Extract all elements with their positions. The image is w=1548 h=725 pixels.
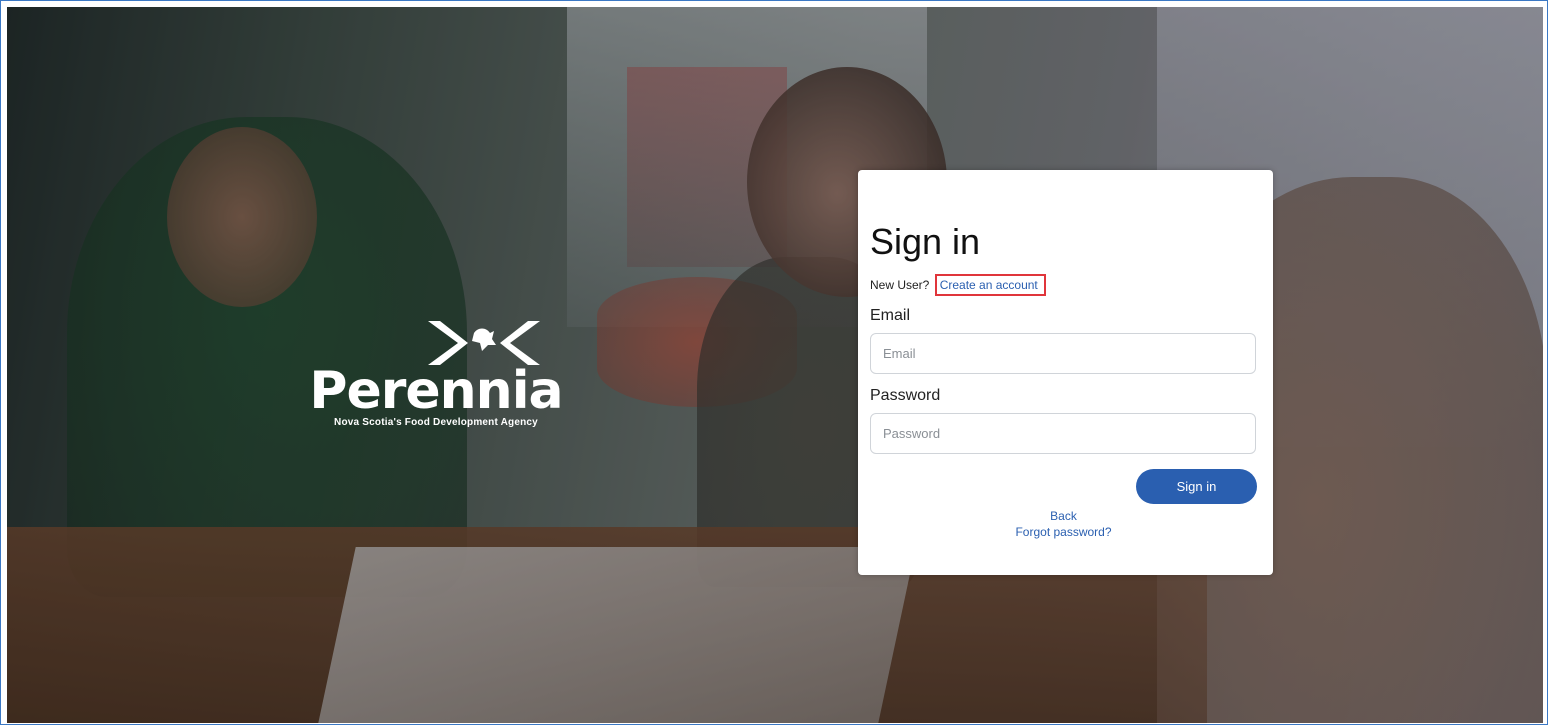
forgot-password-link[interactable]: Forgot password? bbox=[870, 524, 1257, 540]
new-user-row: New User? Create an account bbox=[870, 274, 1257, 296]
back-link[interactable]: Back bbox=[870, 508, 1257, 524]
password-label: Password bbox=[870, 387, 941, 404]
email-input[interactable] bbox=[870, 333, 1256, 374]
perennia-logo-icon bbox=[428, 321, 540, 365]
form-actions: Sign in bbox=[870, 469, 1257, 505]
brand-logo: Perennia Nova Scotia's Food Development … bbox=[306, 319, 566, 428]
email-label: Email bbox=[870, 307, 911, 324]
signin-button[interactable]: Sign in bbox=[1136, 469, 1257, 504]
background-photo bbox=[7, 7, 1543, 723]
create-account-link[interactable]: Create an account bbox=[934, 274, 1046, 296]
brand-wordmark: Perennia bbox=[309, 361, 563, 421]
new-user-text: New User? bbox=[870, 278, 930, 292]
page-frame: Perennia Nova Scotia's Food Development … bbox=[0, 0, 1548, 725]
password-input[interactable] bbox=[870, 413, 1256, 454]
page-title: Sign in bbox=[870, 221, 981, 262]
brand-tagline: Nova Scotia's Food Development Agency bbox=[334, 417, 538, 428]
background-dim-overlay bbox=[7, 7, 1543, 723]
secondary-links: Back Forgot password? bbox=[870, 508, 1257, 540]
signin-panel: Sign in New User? Create an account Emai… bbox=[858, 170, 1273, 575]
